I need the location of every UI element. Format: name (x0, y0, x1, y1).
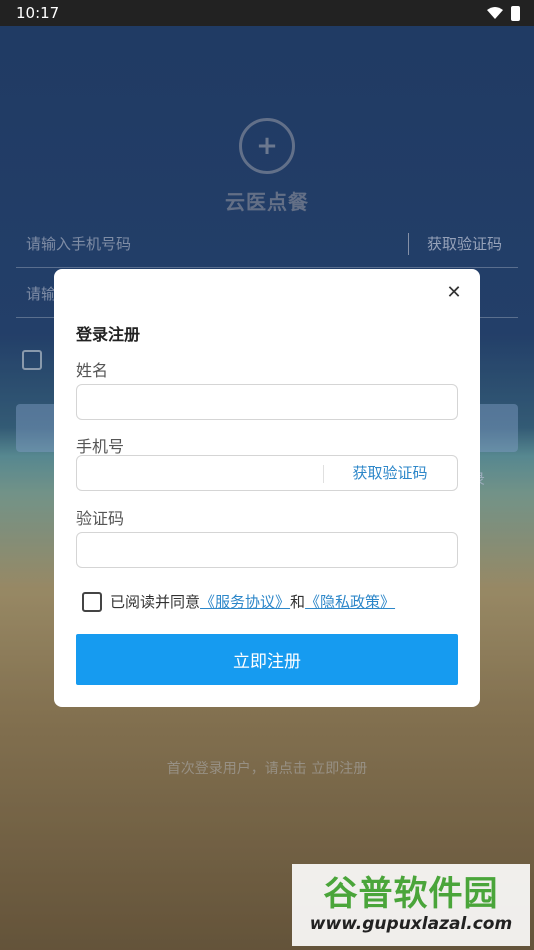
status-bar: 10:17 (0, 0, 534, 26)
agree-text: 已阅读并同意 (110, 593, 201, 611)
phone-input[interactable] (77, 456, 323, 490)
code-input[interactable] (77, 533, 457, 567)
name-field-box (76, 384, 458, 420)
login-phone-row[interactable]: 请输入手机号码 获取验证码 (16, 220, 518, 268)
watermark-url: www.gupuxlazal.com (309, 914, 513, 934)
register-dialog: ✕ 登录注册 姓名 手机号 获取验证码 验证码 已阅读并同意 《服务协议》 和 … (54, 269, 480, 707)
get-code-button[interactable]: 获取验证码 (323, 456, 457, 490)
service-agreement-link[interactable]: 《服务协议》 (200, 591, 290, 612)
app-logo-block: + 云医点餐 (0, 118, 534, 215)
privacy-policy-link[interactable]: 《隐私政策》 (305, 591, 395, 612)
login-phone-divider (407, 232, 409, 255)
wifi-icon (487, 7, 503, 19)
watermark-title: 谷普软件园 (323, 874, 499, 914)
close-icon[interactable]: ✕ (444, 283, 464, 303)
phone-label: 手机号 (76, 437, 125, 456)
code-field-box (76, 532, 458, 568)
status-icons (487, 5, 520, 21)
and-text: 和 (290, 593, 306, 611)
dialog-title: 登录注册 (76, 325, 141, 344)
battery-icon (511, 5, 520, 21)
status-time: 10:17 (16, 4, 60, 22)
register-hint: 首次登录用户，请点击 立即注册 (166, 761, 368, 777)
name-input[interactable] (77, 385, 457, 419)
app-name: 云医点餐 (225, 190, 309, 214)
register-button[interactable]: 立即注册 (76, 634, 458, 685)
code-label: 验证码 (76, 509, 125, 528)
agree-checkbox[interactable] (82, 591, 102, 612)
login-agree-checkbox[interactable] (22, 350, 42, 370)
watermark-logo: 谷普软件园 www.gupuxlazal.com (292, 864, 530, 946)
login-phone-placeholder: 请输入手机号码 (26, 235, 132, 253)
medical-cross-icon: + (239, 118, 295, 174)
name-label: 姓名 (76, 361, 109, 380)
login-get-code-button[interactable]: 获取验证码 (427, 233, 518, 254)
agreement-row: 已阅读并同意 《服务协议》 和 《隐私政策》 (82, 591, 395, 612)
phone-field-box: 获取验证码 (76, 455, 458, 491)
